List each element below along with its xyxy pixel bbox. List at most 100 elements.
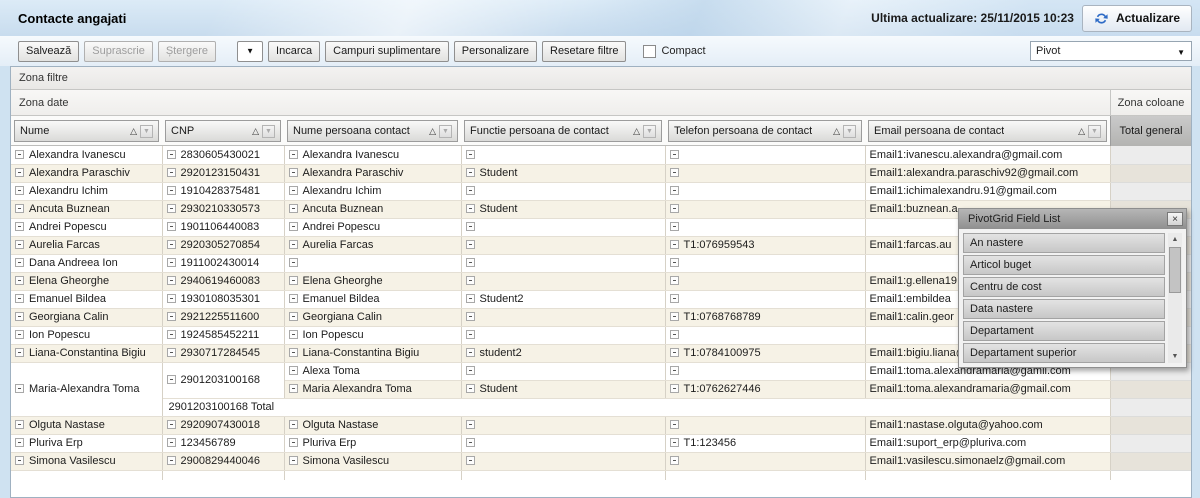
cell-contact[interactable]: Alexandra Ivanescu [284, 146, 461, 164]
collapse-icon[interactable] [15, 312, 24, 321]
cell-telefon[interactable] [665, 164, 865, 182]
cell-email[interactable] [865, 470, 1110, 480]
collapse-icon[interactable] [289, 186, 298, 195]
collapse-icon[interactable] [466, 366, 475, 375]
scroll-down-icon[interactable]: ▼ [1168, 350, 1182, 363]
collapse-icon[interactable] [466, 384, 475, 393]
cell-cnp[interactable]: 2940619460083 [162, 272, 284, 290]
collapse-icon[interactable] [15, 258, 24, 267]
cell-cnp[interactable]: 2901203100168 [162, 362, 284, 398]
collapse-icon[interactable] [167, 348, 176, 357]
cell-contact[interactable]: Georgiana Calin [284, 308, 461, 326]
collapse-icon[interactable] [289, 150, 298, 159]
collapse-icon[interactable] [15, 348, 24, 357]
cell-email[interactable]: Email1:ivanescu.alexandra@gmail.com [865, 146, 1110, 164]
collapse-icon[interactable] [289, 420, 298, 429]
cell-nume[interactable]: Ion Popescu [11, 326, 162, 344]
collapse-icon[interactable] [670, 204, 679, 213]
cell-cnp[interactable] [162, 470, 284, 480]
extra-fields-button[interactable]: Campuri suplimentare [325, 41, 449, 62]
cell-nume[interactable]: Aurelia Farcas [11, 236, 162, 254]
cell-telefon[interactable] [665, 362, 865, 380]
cell-functie[interactable] [461, 308, 665, 326]
collapse-icon[interactable] [670, 456, 679, 465]
collapse-icon[interactable] [670, 168, 679, 177]
column-zone[interactable]: Zona coloane [1110, 90, 1191, 115]
cell-telefon[interactable] [665, 146, 865, 164]
load-button[interactable]: Incarca [268, 41, 320, 62]
cell-contact[interactable]: Pluriva Erp [284, 434, 461, 452]
cell-contact[interactable] [284, 254, 461, 272]
collapse-icon[interactable] [670, 366, 679, 375]
collapse-icon[interactable] [289, 276, 298, 285]
data-zone-band[interactable]: Zona date Zona coloane [11, 90, 1191, 116]
cell-nume[interactable]: Alexandra Paraschiv [11, 164, 162, 182]
cell-contact[interactable]: Ion Popescu [284, 326, 461, 344]
collapse-icon[interactable] [167, 204, 176, 213]
cell-functie[interactable] [461, 182, 665, 200]
filter-dropdown-icon[interactable]: ▼ [1088, 125, 1101, 138]
cell-functie[interactable] [461, 254, 665, 272]
scroll-thumb[interactable] [1169, 247, 1181, 293]
cell-email[interactable]: Email1:vasilescu.simonaelz@gmail.com [865, 452, 1110, 470]
cell-nume[interactable]: Dana Andreea Ion [11, 254, 162, 272]
cell-total-general[interactable] [1110, 380, 1191, 398]
view-select[interactable]: Pivot [1030, 41, 1192, 61]
collapse-icon[interactable] [167, 330, 176, 339]
cell-cnp[interactable]: 2921225511600 [162, 308, 284, 326]
collapse-icon[interactable] [670, 294, 679, 303]
collapse-icon[interactable] [289, 330, 298, 339]
cell-telefon[interactable] [665, 254, 865, 272]
save-options-dropdown[interactable] [237, 41, 263, 62]
cell-nume[interactable]: Andrei Popescu [11, 218, 162, 236]
collapse-icon[interactable] [167, 150, 176, 159]
collapse-icon[interactable] [289, 294, 298, 303]
total-general-header[interactable]: Total general [1110, 116, 1191, 146]
cell-contact[interactable]: Alexandru Ichim [284, 182, 461, 200]
field-list-scrollbar[interactable]: ▲ ▼ [1168, 233, 1182, 363]
filter-zone[interactable]: Zona filtre [11, 67, 1191, 90]
collapse-icon[interactable] [670, 186, 679, 195]
cell-functie[interactable]: Student [461, 380, 665, 398]
cell-total-general[interactable] [1110, 146, 1191, 164]
collapse-icon[interactable] [670, 348, 679, 357]
field-item[interactable]: Departament [963, 321, 1165, 341]
cell-contact[interactable]: Ancuta Buznean [284, 200, 461, 218]
cell-nume[interactable]: Simona Vasilescu [11, 452, 162, 470]
collapse-icon[interactable] [15, 276, 24, 285]
cell-cnp[interactable]: 1910428375481 [162, 182, 284, 200]
collapse-icon[interactable] [167, 312, 176, 321]
cell-nume[interactable]: Georgiana Calin [11, 308, 162, 326]
collapse-icon[interactable] [15, 330, 24, 339]
cell-functie[interactable] [461, 362, 665, 380]
column-header-nume[interactable]: Nume△▼ [14, 120, 159, 142]
collapse-icon[interactable] [167, 375, 176, 384]
collapse-icon[interactable] [15, 222, 24, 231]
collapse-icon[interactable] [167, 240, 176, 249]
delete-button[interactable]: Ștergere [158, 41, 216, 62]
cell-telefon[interactable] [665, 200, 865, 218]
field-list-titlebar[interactable]: PivotGrid Field List × [959, 209, 1186, 229]
cell-functie[interactable]: student2 [461, 344, 665, 362]
collapse-icon[interactable] [466, 438, 475, 447]
collapse-icon[interactable] [289, 312, 298, 321]
cell-telefon[interactable] [665, 218, 865, 236]
cell-contact[interactable]: Andrei Popescu [284, 218, 461, 236]
filter-dropdown-icon[interactable]: ▼ [643, 125, 656, 138]
collapse-icon[interactable] [15, 384, 24, 393]
collapse-icon[interactable] [15, 456, 24, 465]
cell-nume[interactable]: Alexandra Ivanescu [11, 146, 162, 164]
collapse-icon[interactable] [466, 420, 475, 429]
collapse-icon[interactable] [466, 258, 475, 267]
field-item[interactable]: Data nastere [963, 299, 1165, 319]
cell-email[interactable]: Email1:nastase.olguta@yahoo.com [865, 416, 1110, 434]
collapse-icon[interactable] [466, 312, 475, 321]
cell-nume[interactable]: Pluriva Erp [11, 434, 162, 452]
collapse-icon[interactable] [289, 366, 298, 375]
cell-contact[interactable]: Emanuel Bildea [284, 290, 461, 308]
cell-cnp[interactable]: 2930210330573 [162, 200, 284, 218]
collapse-icon[interactable] [466, 150, 475, 159]
collapse-icon[interactable] [289, 456, 298, 465]
cell-functie[interactable]: Student [461, 164, 665, 182]
cell-functie[interactable] [461, 146, 665, 164]
